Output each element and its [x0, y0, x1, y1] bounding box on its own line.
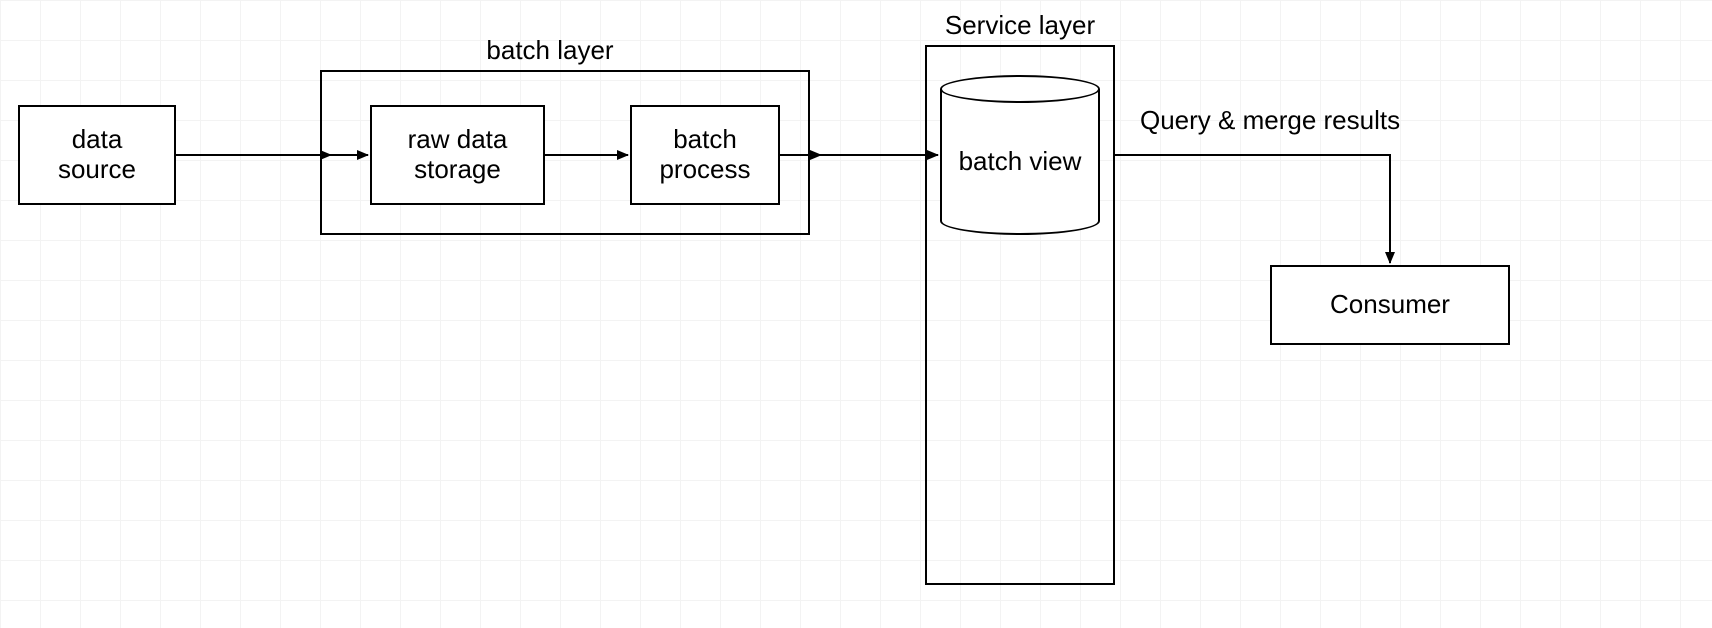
node-batch-process-label: batchprocess: [659, 125, 750, 185]
container-service-layer-label: Service layer: [920, 10, 1120, 41]
node-raw-data-storage-label: raw datastorage: [408, 125, 508, 185]
node-batch-process: batchprocess: [630, 105, 780, 205]
node-batch-view-label: batch view: [940, 146, 1100, 177]
node-raw-data-storage: raw datastorage: [370, 105, 545, 205]
node-data-source-label: datasource: [58, 125, 136, 185]
arrowhead-out-of-batch-layer: [810, 150, 822, 160]
edge-query-merge-label: Query & merge results: [1140, 105, 1400, 136]
cylinder-top: [940, 75, 1100, 103]
node-consumer-label: Consumer: [1330, 290, 1450, 320]
container-batch-layer-label: batch layer: [420, 35, 680, 66]
arrow-servicelayer-to-consumer: [1115, 155, 1390, 263]
node-batch-view: batch view: [940, 75, 1100, 235]
node-data-source: datasource: [18, 105, 176, 205]
node-consumer: Consumer: [1270, 265, 1510, 345]
diagram-canvas: datasource batch layer raw datastorage b…: [0, 0, 1712, 628]
